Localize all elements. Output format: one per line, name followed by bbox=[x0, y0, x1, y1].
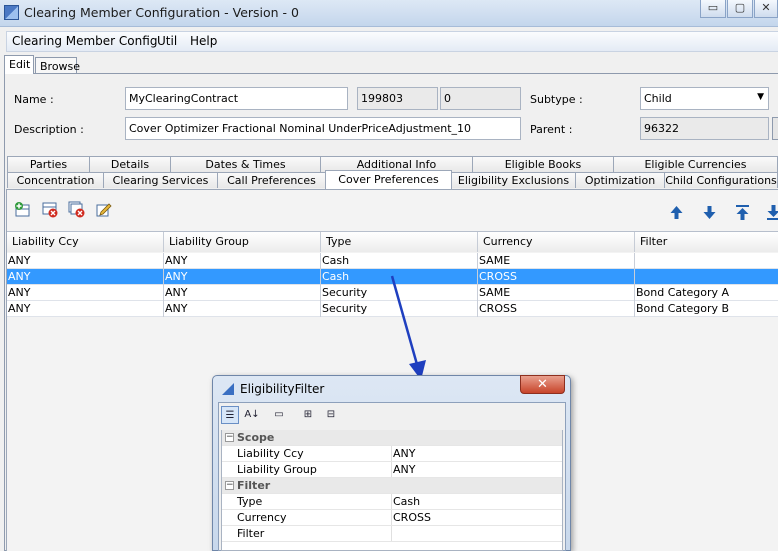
subtype-value: Child bbox=[644, 92, 672, 105]
parent-field: 96322 bbox=[640, 117, 769, 140]
add-icon[interactable] bbox=[14, 201, 31, 218]
property-name: Type bbox=[237, 495, 263, 508]
name-input[interactable]: MyClearingContract bbox=[125, 87, 348, 110]
subtype-select[interactable]: Child ▼ bbox=[640, 87, 769, 110]
description-label: Description : bbox=[14, 123, 84, 136]
tab-cover-preferences[interactable]: Cover Preferences bbox=[325, 170, 452, 189]
column-header-filter[interactable]: Filter bbox=[635, 232, 778, 252]
property-pages-icon[interactable]: ▭ bbox=[270, 406, 288, 424]
property-row[interactable] bbox=[222, 494, 562, 510]
version-field: 0 bbox=[440, 87, 521, 110]
move-top-icon[interactable] bbox=[734, 204, 751, 221]
tab-eligible-currencies[interactable]: Eligible Currencies bbox=[613, 156, 778, 172]
close-icon[interactable]: ✕ bbox=[754, 0, 778, 18]
tab-call-preferences[interactable]: Call Preferences bbox=[217, 172, 326, 188]
property-name: Currency bbox=[237, 511, 287, 524]
menu-help[interactable]: Help bbox=[190, 34, 217, 48]
menu-util[interactable]: Util bbox=[157, 34, 177, 48]
cell-filter bbox=[635, 269, 778, 285]
cell-currency: CROSS bbox=[478, 269, 635, 285]
cell-liability-ccy: ANY bbox=[7, 285, 164, 301]
cell-liability-group: ANY bbox=[164, 269, 321, 285]
parent-lookup-button[interactable] bbox=[772, 117, 778, 140]
cell-filter: Bond Category B bbox=[636, 302, 730, 315]
cell-type: Cash bbox=[321, 253, 478, 269]
move-down-icon[interactable] bbox=[701, 204, 718, 221]
parent-label: Parent : bbox=[530, 123, 573, 136]
expand-icon[interactable]: ⊞ bbox=[299, 406, 317, 424]
edit-icon[interactable] bbox=[95, 201, 112, 218]
tab-clearing-services[interactable]: Clearing Services bbox=[103, 172, 218, 188]
cell-currency: SAME bbox=[478, 253, 635, 269]
cell-currency: SAME bbox=[478, 285, 635, 301]
dialog-title: EligibilityFilter bbox=[240, 382, 325, 396]
categorized-icon[interactable]: ☰ bbox=[221, 406, 239, 424]
collapse-icon[interactable]: − bbox=[225, 433, 234, 442]
cell-liability-group: ANY bbox=[164, 285, 321, 301]
cell-liability-group: ANY bbox=[164, 253, 321, 269]
property-value[interactable]: CROSS bbox=[393, 511, 431, 524]
tab-concentration[interactable]: Concentration bbox=[7, 172, 104, 188]
tab-optimization[interactable]: Optimization bbox=[575, 172, 665, 188]
annotation-arrow bbox=[390, 275, 426, 380]
cell-liability-group: ANY bbox=[164, 301, 321, 317]
category-filter[interactable] bbox=[222, 478, 562, 494]
cell-liability-ccy: ANY bbox=[7, 253, 164, 269]
dialog-icon bbox=[222, 383, 234, 395]
tab-dates-times[interactable]: Dates & Times bbox=[170, 156, 321, 172]
column-header-currency[interactable]: Currency bbox=[478, 232, 635, 252]
alphabetical-icon[interactable]: A↓ bbox=[243, 406, 261, 424]
tab-edit[interactable]: Edit bbox=[4, 55, 34, 74]
subtype-label: Subtype : bbox=[530, 93, 583, 106]
cell-liability-ccy: ANY bbox=[7, 269, 164, 285]
id-field: 199803 bbox=[357, 87, 438, 110]
column-header-type[interactable]: Type bbox=[321, 232, 478, 252]
dialog-close-icon[interactable]: ✕ bbox=[520, 375, 565, 394]
move-bottom-icon[interactable] bbox=[765, 204, 778, 221]
cell-filter bbox=[635, 253, 778, 269]
delete-all-icon[interactable] bbox=[68, 201, 85, 218]
property-name: Liability Ccy bbox=[237, 447, 304, 460]
property-name: Filter bbox=[237, 527, 265, 540]
window-title: Clearing Member Configuration - Version … bbox=[24, 5, 299, 20]
column-header-liability-group[interactable]: Liability Group bbox=[164, 232, 321, 252]
cell-liability-ccy: ANY bbox=[7, 301, 164, 317]
delete-icon[interactable] bbox=[41, 201, 58, 218]
chevron-down-icon: ▼ bbox=[757, 92, 764, 102]
description-input[interactable]: Cover Optimizer Fractional Nominal Under… bbox=[125, 117, 521, 140]
name-label: Name : bbox=[14, 93, 54, 106]
table-row[interactable]: ANY ANY Cash SAME bbox=[7, 253, 778, 269]
tab-child-configurations[interactable]: Child Configurations bbox=[664, 172, 778, 188]
category-label: Scope bbox=[237, 431, 275, 444]
property-name: Liability Group bbox=[237, 463, 317, 476]
property-value[interactable]: Cash bbox=[393, 495, 420, 508]
tab-details[interactable]: Details bbox=[89, 156, 171, 172]
property-value[interactable]: ANY bbox=[393, 463, 415, 476]
column-header-liability-ccy[interactable]: Liability Ccy bbox=[7, 232, 164, 252]
move-up-icon[interactable] bbox=[668, 204, 685, 221]
category-label: Filter bbox=[237, 479, 271, 492]
cell-currency: CROSS bbox=[478, 301, 635, 317]
cell-filter: Bond Category A bbox=[636, 286, 729, 299]
maximize-icon[interactable]: ▢ bbox=[727, 0, 753, 18]
app-icon bbox=[4, 5, 19, 20]
collapse-icon[interactable]: − bbox=[225, 481, 234, 490]
menu-clearing-member-config[interactable]: Clearing Member Config bbox=[12, 34, 157, 48]
tab-parties[interactable]: Parties bbox=[7, 156, 90, 172]
tab-eligible-books[interactable]: Eligible Books bbox=[472, 156, 614, 172]
minimize-icon[interactable]: ▭ bbox=[700, 0, 726, 18]
collapse-icon[interactable]: ⊟ bbox=[322, 406, 340, 424]
tab-browse[interactable]: Browse bbox=[35, 57, 80, 73]
property-value[interactable]: ANY bbox=[393, 447, 415, 460]
property-row[interactable] bbox=[222, 526, 562, 542]
tab-eligibility-exclusions[interactable]: Eligibility Exclusions bbox=[451, 172, 576, 188]
